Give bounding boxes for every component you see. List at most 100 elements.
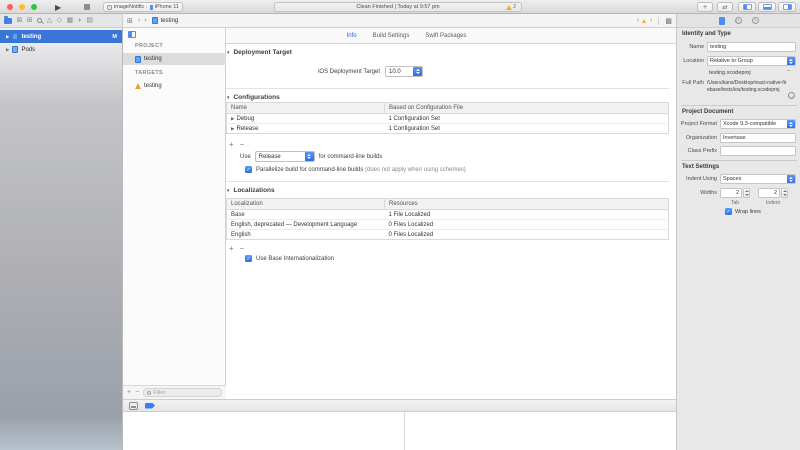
navigator-item-testing[interactable]: ▶ testing M — [0, 30, 122, 43]
command-line-config-combo[interactable]: Release — [255, 151, 315, 162]
find-navigator-icon[interactable] — [37, 18, 42, 23]
back-button[interactable]: ‹ — [138, 17, 140, 24]
test-navigator-icon[interactable]: ◇ — [57, 17, 62, 24]
base-internationalization-checkbox[interactable]: ✓ — [245, 255, 252, 262]
config-row-release[interactable]: ▶Release 1 Configuration Set — [227, 124, 669, 134]
warning-badge[interactable]: 2 — [506, 4, 516, 10]
organization-field[interactable]: Invertase — [720, 133, 796, 143]
issue-navigator-icon[interactable]: △ — [47, 17, 52, 24]
toggle-debug-area-button[interactable] — [758, 2, 776, 12]
breakpoints-toggle-icon[interactable] — [145, 403, 155, 409]
full-path-label: Full Path — [677, 80, 704, 86]
col-based-on[interactable]: Based on Configuration File — [385, 103, 669, 114]
section-disclosure-icon[interactable]: ▼ — [226, 95, 230, 100]
next-issue-button[interactable]: › — [650, 17, 652, 24]
related-items-icon[interactable]: ⊞ — [127, 17, 133, 25]
sidebar-project-testing[interactable]: testing — [123, 53, 226, 65]
tab-info[interactable]: Info — [347, 33, 357, 39]
status-text: Clean Finished | Today at 9:57 pm — [356, 4, 439, 10]
disclosure-icon[interactable]: ▶ — [6, 47, 9, 53]
hide-sidebar-icon[interactable] — [128, 31, 136, 38]
stepper-icon[interactable] — [781, 188, 788, 198]
widths-label: Widths — [677, 190, 717, 196]
editor-arrangement-button[interactable]: ⇄ — [717, 2, 733, 12]
debug-navigator-icon[interactable]: ▦ — [67, 17, 74, 24]
wrap-lines-row: ✓ Wrap lines — [725, 208, 761, 215]
target-icon — [135, 83, 141, 89]
section-disclosure-icon[interactable]: ▼ — [226, 50, 230, 55]
hide-debug-area-icon[interactable] — [129, 402, 138, 410]
indent-width-stepper[interactable]: 2 — [758, 188, 788, 198]
toggle-navigator-button[interactable] — [738, 2, 756, 12]
indent-using-dropdown[interactable]: Spaces — [720, 174, 796, 184]
stepper-icon[interactable] — [743, 188, 750, 198]
forward-button[interactable]: › — [144, 17, 146, 24]
previous-issue-button[interactable]: ‹ — [637, 17, 639, 24]
localization-row-english[interactable]: English 0 Files Localized — [227, 230, 669, 240]
scheme-selector[interactable]: imageNotification › iPhone 11 — [103, 2, 183, 12]
add-editor-button[interactable]: + — [697, 2, 713, 12]
navigator-item-pods[interactable]: ▶ Pods — [0, 43, 122, 56]
minimize-window-button[interactable] — [19, 4, 25, 10]
close-window-button[interactable] — [7, 4, 13, 10]
localizations-table: Localization Resources Base 1 File Local… — [226, 198, 669, 240]
reveal-in-finder-icon[interactable]: → — [788, 92, 795, 99]
configurations-section-header[interactable]: ▼ Configurations — [226, 94, 280, 101]
inspector-panel-icon — [783, 4, 792, 10]
col-name[interactable]: Name — [227, 103, 385, 114]
history-inspector-icon[interactable]: ◷ — [735, 17, 742, 24]
remove-configuration-button[interactable]: − — [240, 140, 245, 149]
chevron-separator-icon: › — [146, 4, 148, 10]
config-row-debug[interactable]: ▶Debug 1 Configuration Set — [227, 114, 669, 124]
stop-button[interactable] — [84, 4, 90, 10]
tab-width-stepper[interactable]: 2 — [720, 188, 750, 198]
report-navigator-icon[interactable]: ▤ — [86, 17, 93, 24]
row-disclosure-icon[interactable]: ▶ — [231, 116, 234, 121]
remove-target-button[interactable]: − — [135, 389, 139, 396]
add-target-button[interactable]: + — [127, 389, 131, 396]
jumpbar-file-name[interactable]: testing — [161, 18, 179, 24]
ios-deployment-target-combo[interactable]: 10.0 — [385, 66, 423, 77]
section-title: Configurations — [233, 94, 279, 101]
project-format-dropdown[interactable]: Xcode 9.3-compatible — [720, 119, 796, 129]
location-dropdown[interactable]: Relative to Group — [707, 56, 796, 66]
editor-options-icon[interactable]: ▩ — [665, 17, 672, 25]
quick-help-inspector-icon[interactable]: ? — [752, 17, 759, 24]
row-disclosure-icon[interactable]: ▶ — [231, 126, 234, 131]
localization-add-remove: + − — [229, 244, 244, 253]
add-localization-button[interactable]: + — [229, 244, 234, 253]
zoom-window-button[interactable] — [31, 4, 37, 10]
localization-row-base[interactable]: Base 1 File Localized — [227, 210, 669, 220]
class-prefix-field[interactable] — [720, 146, 796, 156]
project-navigator-icon[interactable] — [4, 18, 12, 24]
divider — [226, 181, 669, 182]
remove-localization-button[interactable]: − — [240, 244, 245, 253]
localization-row-english-deprecated[interactable]: English, deprecated — Development Langua… — [227, 220, 669, 230]
name-field[interactable]: testing — [707, 42, 796, 52]
filter-field[interactable]: Filter — [143, 388, 222, 397]
localizations-section-header[interactable]: ▼ Localizations — [226, 187, 275, 194]
name-label: Name — [677, 44, 704, 50]
command-line-config-row: Use Release for command-line builds — [240, 151, 382, 162]
tab-build-settings[interactable]: Build Settings — [373, 33, 410, 39]
source-control-navigator-icon[interactable]: ⊠ — [17, 17, 23, 24]
section-title: Deployment Target — [233, 49, 291, 56]
section-disclosure-icon[interactable]: ▼ — [226, 188, 230, 193]
toggle-inspector-button[interactable] — [778, 2, 796, 12]
parallelize-checkbox[interactable]: ✓ — [245, 166, 252, 173]
sidebar-target-testing[interactable]: testing — [123, 80, 226, 92]
project-doc-icon — [135, 56, 141, 63]
disclosure-icon[interactable]: ▶ — [6, 34, 9, 40]
breakpoint-navigator-icon[interactable]: ◗ — [78, 17, 82, 24]
col-localization[interactable]: Localization — [227, 199, 385, 210]
add-configuration-button[interactable]: + — [229, 140, 234, 149]
file-inspector-icon[interactable] — [719, 17, 725, 25]
wrap-lines-checkbox[interactable]: ✓ — [725, 208, 732, 215]
tab-swift-packages[interactable]: Swift Packages — [425, 33, 466, 39]
debug-bar — [122, 399, 676, 412]
symbol-navigator-icon[interactable]: ⊞ — [27, 17, 33, 24]
col-resources[interactable]: Resources — [385, 199, 669, 210]
deployment-target-section-header[interactable]: ▼ Deployment Target — [226, 49, 292, 56]
editor-tab-strip: Info Build Settings Swift Packages — [226, 28, 677, 44]
run-button[interactable]: ▶ — [55, 3, 61, 12]
